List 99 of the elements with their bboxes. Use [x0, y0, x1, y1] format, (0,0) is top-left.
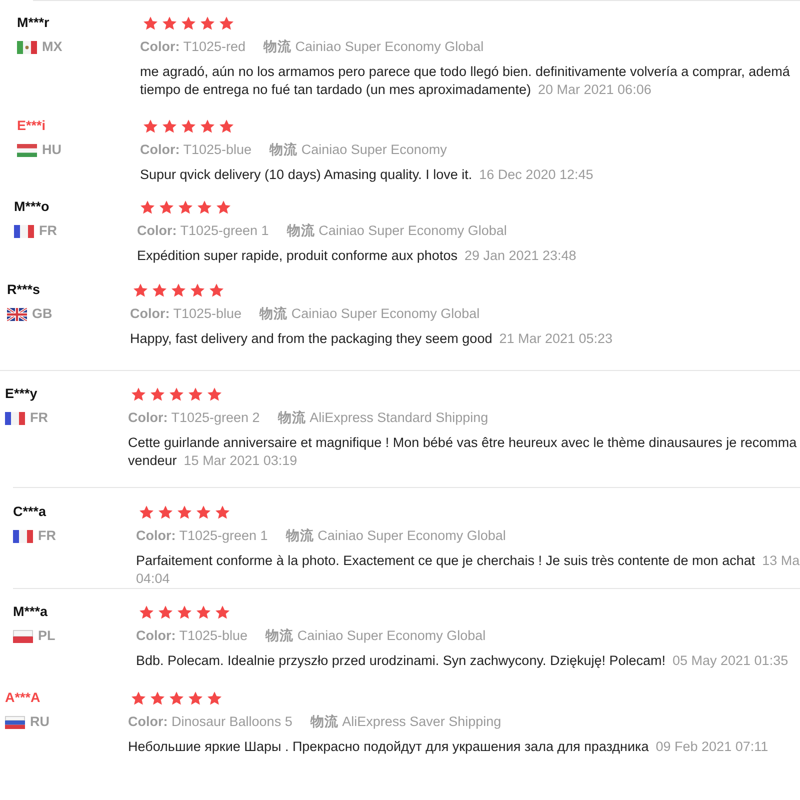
- shipping-method: 物流 Cainiao Super Economy Global: [264, 38, 484, 56]
- reviewer-name: R***s: [7, 281, 40, 299]
- review-date: 09 Feb 2021 07:11: [656, 738, 768, 756]
- product-variant: Color: T1025-green 2: [128, 409, 260, 427]
- star-icon: [177, 504, 192, 520]
- reviewer-name: M***o: [14, 198, 50, 216]
- reviewer-name: M***a: [13, 603, 48, 621]
- star-icon: [143, 16, 158, 30]
- star-icon: [158, 604, 173, 620]
- star-icon: [178, 200, 193, 214]
- star-icon: [131, 690, 146, 706]
- star-icon: [200, 118, 215, 134]
- country-code: HU: [42, 141, 62, 159]
- review-date: 29 Jan 2021 23:48: [464, 247, 576, 265]
- star-icon: [181, 118, 196, 134]
- review-text: Supur qvick delivery (10 days) Amasing quality. I love it.: [140, 166, 472, 184]
- flag-icon: [5, 412, 25, 424]
- reviewer-name: M***r: [17, 14, 50, 32]
- star-icon: [162, 16, 177, 30]
- star-icon: [188, 386, 203, 402]
- star-icon: [171, 282, 186, 298]
- star-icon: [177, 604, 192, 620]
- review-date: 04:04: [136, 570, 170, 588]
- star-icon: [200, 16, 215, 30]
- reviewer-name: A***A: [5, 689, 40, 707]
- review-text: Happy, fast delivery and from the packaging they seem good: [130, 330, 492, 348]
- star-icon: [219, 118, 234, 134]
- star-icon: [196, 504, 211, 520]
- review-text: Expédition super rapide, produit conforme aux photos: [137, 247, 458, 265]
- star-icon: [152, 282, 167, 298]
- country-code: FR: [30, 409, 48, 427]
- star-icon: [150, 690, 165, 706]
- shipping-method: 物流 AliExpress Saver Shipping: [310, 713, 502, 731]
- review-text: tiempo de entrega no fué tan tardado (un mes aproximadamente): [140, 81, 531, 99]
- star-icon: [207, 386, 222, 402]
- product-variant: Color: T1025-blue: [136, 627, 248, 645]
- shipping-method: 物流 AliExpress Standard Shipping: [278, 409, 488, 427]
- flag-icon: [7, 308, 27, 320]
- star-icon: [139, 504, 154, 520]
- shipping-method: 物流 Cainiao Super Economy: [270, 141, 447, 159]
- review-date: 15 Mar 2021 03:19: [184, 452, 298, 470]
- star-icon: [159, 200, 174, 214]
- star-icon: [216, 200, 231, 214]
- star-icon: [190, 282, 205, 298]
- review-text: Bdb. Polecam. Idealnie przyszło przed urodzinami. Syn zachwycony. Dziękuję! Polecam!: [136, 652, 666, 670]
- country-code: FR: [38, 527, 56, 545]
- product-variant: Color: T1025-red: [140, 38, 246, 56]
- star-icon: [140, 200, 155, 214]
- review-text: me agradó, aún no los armamos pero parece que todo llegó bien. definitivamente volvería a comprar, ademá: [140, 63, 790, 81]
- star-icon: [219, 16, 234, 30]
- star-icon: [133, 282, 148, 298]
- country-code: MX: [42, 38, 62, 56]
- product-variant: Color: T1025-blue: [140, 141, 252, 159]
- product-variant: Color: Dinosaur Balloons 5: [128, 713, 292, 731]
- shipping-method: 物流 Cainiao Super Economy Global: [266, 627, 486, 645]
- star-icon: [196, 604, 211, 620]
- flag-icon: [14, 224, 34, 238]
- country-code: FR: [39, 222, 57, 240]
- review-date: 16 Dec 2020 12:45: [479, 166, 594, 184]
- star-icon: [209, 282, 224, 298]
- shipping-method: 物流 Cainiao Super Economy Global: [260, 305, 480, 323]
- star-icon: [162, 118, 177, 134]
- review-text: Cette guirlande anniversaire et magnifique ! Mon bébé vas être heureux avec le thème dinausaures je recomma: [128, 434, 797, 452]
- star-icon: [181, 16, 196, 30]
- reviewer-name: C***a: [13, 503, 46, 521]
- review-date: 21 Mar 2021 05:23: [499, 330, 613, 348]
- flag-icon: [13, 630, 33, 642]
- country-code: RU: [30, 713, 50, 731]
- country-code: PL: [38, 627, 56, 645]
- flag-icon: [5, 716, 25, 728]
- product-variant: Color: T1025-green 1: [137, 222, 269, 240]
- shipping-method: 物流 Cainiao Super Economy Global: [286, 527, 506, 545]
- country-code: GB: [32, 305, 52, 323]
- star-icon: [139, 604, 154, 620]
- star-icon: [169, 386, 184, 402]
- reviewer-name: E***i: [17, 117, 46, 135]
- reviewer-name: E***y: [5, 385, 38, 403]
- star-icon: [131, 386, 146, 402]
- review-text: vendeur: [128, 452, 177, 470]
- review-date: 13 Ma: [762, 552, 800, 570]
- star-icon: [158, 504, 173, 520]
- star-icon: [197, 200, 212, 214]
- review-date: 20 Mar 2021 06:06: [538, 81, 652, 99]
- product-variant: Color: T1025-blue: [130, 305, 242, 323]
- review-text: Небольшие яркие Шары . Прекрасно подойдут для украшения зала для праздника: [128, 738, 649, 756]
- star-icon: [215, 604, 230, 620]
- star-icon: [169, 690, 184, 706]
- star-icon: [150, 386, 165, 402]
- flag-icon: [17, 144, 37, 156]
- review-date: 05 May 2021 01:35: [672, 652, 788, 670]
- shipping-method: 物流 Cainiao Super Economy Global: [286, 222, 507, 240]
- flag-icon: [13, 530, 33, 542]
- review-text: Parfaitement conforme à la photo. Exactement ce que je cherchais ! Je suis très contente de mon achat: [136, 552, 756, 570]
- product-variant: Color: T1025-green 1: [136, 527, 268, 545]
- star-icon: [207, 690, 222, 706]
- flag-icon: [17, 40, 37, 54]
- star-icon: [188, 690, 203, 706]
- star-icon: [215, 504, 230, 520]
- star-icon: [143, 118, 158, 134]
